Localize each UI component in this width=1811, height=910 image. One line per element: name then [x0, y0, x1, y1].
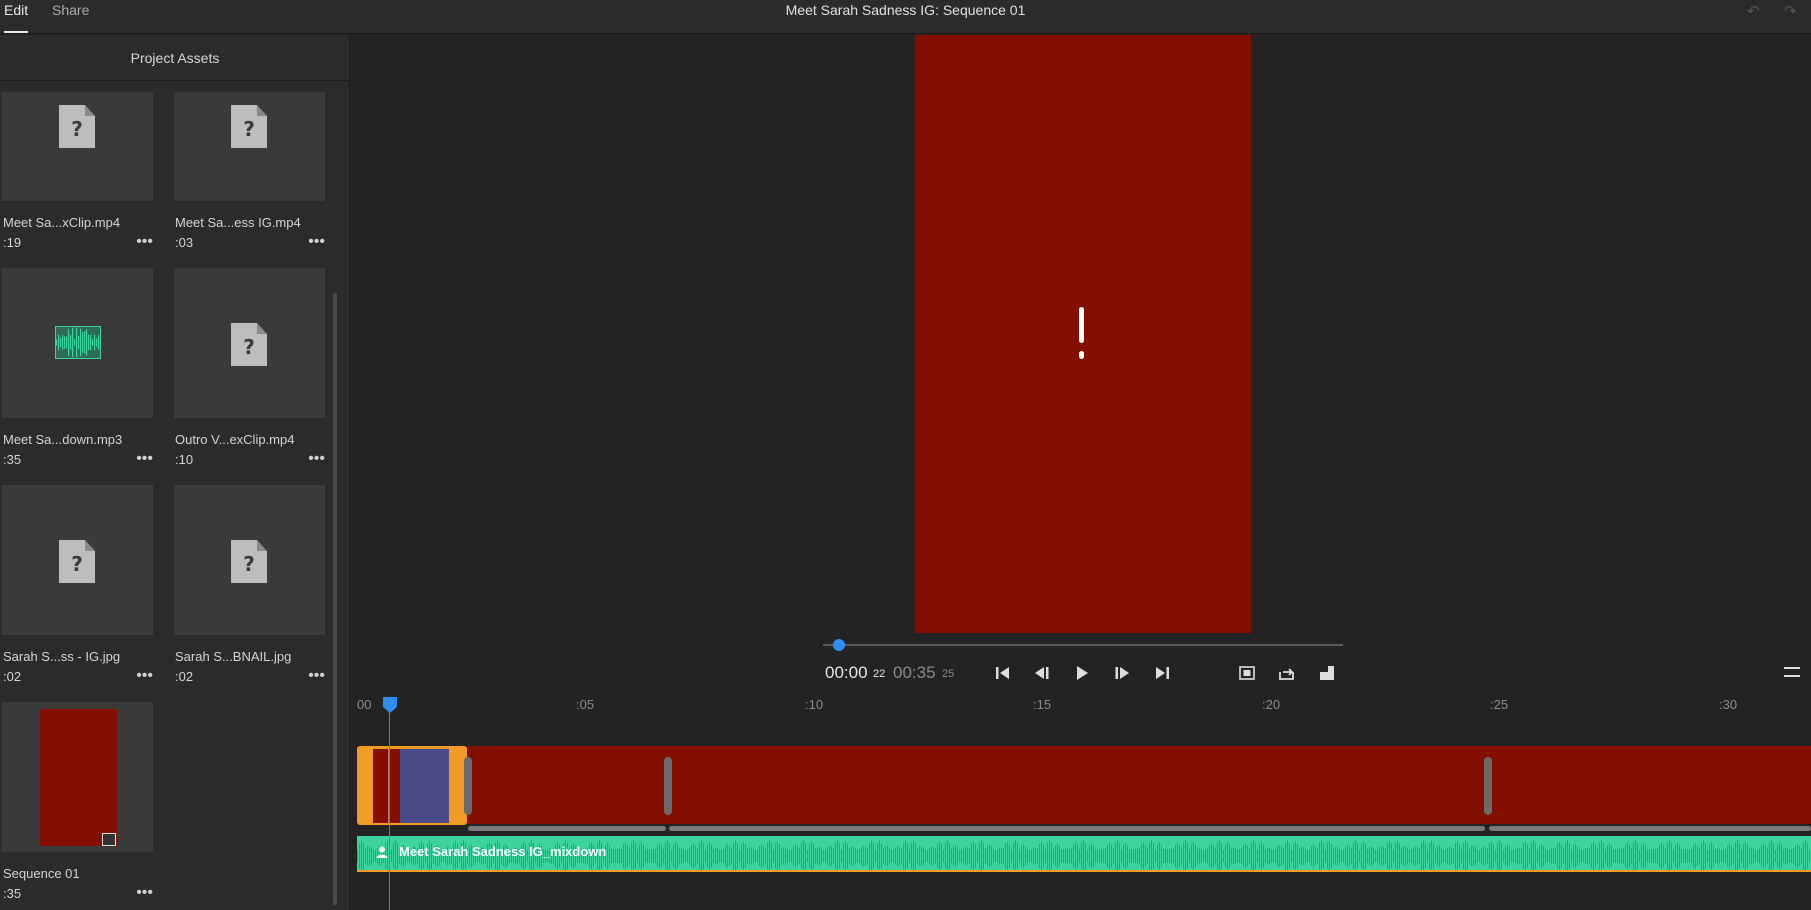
ruler-tick: :15	[1033, 697, 1052, 712]
asset-thumbnail[interactable]	[2, 268, 153, 418]
more-options-icon[interactable]: •••	[136, 885, 153, 901]
file-fold	[85, 540, 95, 551]
missing-file-icon: ?	[231, 323, 267, 366]
fit-frame-icon[interactable]	[1237, 663, 1257, 683]
clip-volume-line[interactable]	[468, 826, 666, 831]
missing-file-icon: ?	[231, 105, 267, 148]
question-mark-glyph: ?	[243, 117, 255, 141]
user-icon	[376, 846, 388, 858]
scrub-bar[interactable]	[823, 644, 1343, 646]
asset-name: Sarah S...ss - IG.jpg	[3, 649, 121, 664]
file-fold	[257, 105, 267, 116]
asset-item[interactable]: ? Outro V...exClip.mp4 :10 •••	[172, 268, 327, 478]
clip-volume-line[interactable]	[1489, 826, 1811, 831]
playhead-line	[389, 710, 390, 910]
panel-scrollbar[interactable]	[333, 293, 337, 905]
asset-thumbnail[interactable]: ?	[174, 92, 325, 201]
total-frames: 25	[942, 668, 955, 680]
question-mark-glyph: ?	[71, 117, 83, 141]
audio-clip-label: Meet Sarah Sadness IG_mixdown	[399, 844, 607, 859]
asset-thumbnail[interactable]: ?	[174, 268, 325, 418]
ruler-tick: 00	[357, 697, 372, 712]
total-timecode: 00:35	[893, 663, 936, 682]
more-options-icon[interactable]: •••	[308, 234, 325, 250]
current-frames: 22	[873, 668, 886, 680]
question-mark-glyph: ?	[71, 552, 83, 576]
asset-duration: :02	[175, 669, 194, 684]
asset-name: Meet Sa...xClip.mp4	[3, 215, 121, 230]
asset-name: Outro V...exClip.mp4	[175, 432, 295, 447]
asset-duration: :10	[175, 452, 194, 467]
asset-item[interactable]: Sequence 01 :35 •••	[0, 702, 155, 910]
asset-thumbnail[interactable]	[2, 702, 153, 852]
asset-name: Sequence 01	[3, 866, 80, 881]
clip-trim-handle[interactable]	[464, 757, 472, 815]
ruler-tick: :05	[576, 697, 595, 712]
export-frame-icon[interactable]	[1277, 663, 1297, 683]
asset-name: Sarah S...BNAIL.jpg	[175, 649, 292, 664]
asset-duration: :19	[3, 235, 22, 250]
asset-thumbnail[interactable]: ?	[174, 485, 325, 635]
go-to-end-icon[interactable]	[1152, 663, 1172, 683]
clip-volume-line[interactable]	[669, 826, 1485, 831]
video-clip[interactable]	[357, 746, 1811, 824]
undo-icon[interactable]: ↶	[1747, 2, 1760, 20]
window-title: Meet Sarah Sadness IG: Sequence 01	[785, 2, 1026, 18]
clip-trim-handle[interactable]	[1484, 757, 1492, 815]
step-back-icon[interactable]	[1032, 663, 1052, 683]
audio-waveform-icon	[55, 326, 101, 359]
step-forward-icon[interactable]	[1112, 663, 1132, 683]
file-fold	[257, 323, 267, 334]
tab-share[interactable]: Share	[52, 0, 89, 33]
more-options-icon[interactable]: •••	[136, 451, 153, 467]
asset-duration: :35	[3, 452, 22, 467]
asset-item[interactable]: ? Sarah S...ss - IG.jpg :02 •••	[0, 485, 155, 695]
tab-edit[interactable]: Edit	[4, 0, 29, 33]
question-mark-glyph: ?	[243, 552, 255, 576]
redo-icon[interactable]: ↷	[1784, 2, 1797, 20]
panel-menu-icon[interactable]	[1784, 667, 1800, 677]
selected-clip-overlay	[400, 749, 449, 823]
timeline-ruler[interactable]	[351, 694, 1811, 722]
asset-duration: :35	[3, 886, 22, 901]
top-bar: Edit Share Meet Sarah Sadness IG: Sequen…	[0, 0, 1811, 34]
sequence-icon	[102, 833, 116, 846]
ruler-tick: :10	[805, 697, 824, 712]
asset-duration: :02	[3, 669, 22, 684]
scrub-handle[interactable]	[833, 639, 845, 651]
ruler-tick: :30	[1719, 697, 1738, 712]
warning-icon	[1079, 307, 1084, 343]
asset-thumbnail[interactable]: ?	[2, 92, 153, 201]
more-options-icon[interactable]: •••	[136, 668, 153, 684]
asset-thumbnail[interactable]: ?	[2, 485, 153, 635]
file-fold	[257, 540, 267, 551]
go-to-start-icon[interactable]	[993, 663, 1013, 683]
more-options-icon[interactable]: •••	[136, 234, 153, 250]
sequence-thumbnail-frame	[40, 709, 117, 846]
question-mark-glyph: ?	[243, 335, 255, 359]
missing-file-icon: ?	[59, 105, 95, 148]
ruler-tick: :25	[1490, 697, 1509, 712]
missing-file-icon: ?	[59, 540, 95, 583]
clip-trim-handle[interactable]	[664, 757, 672, 815]
missing-file-icon: ?	[231, 540, 267, 583]
more-options-icon[interactable]: •••	[308, 668, 325, 684]
asset-item[interactable]: Meet Sa...down.mp3 :35 •••	[0, 268, 155, 478]
current-timecode: 00:00	[825, 663, 868, 682]
more-options-icon[interactable]: •••	[308, 451, 325, 467]
asset-name: Meet Sa...down.mp3	[3, 432, 123, 447]
asset-item[interactable]: ? Sarah S...BNAIL.jpg :02 •••	[172, 485, 327, 695]
panel-title: Project Assets	[0, 35, 350, 81]
warning-icon-dot	[1079, 351, 1084, 359]
ruler-tick: :20	[1262, 697, 1281, 712]
aspect-ratio-icon[interactable]	[1317, 663, 1337, 683]
asset-name: Meet Sa...ess IG.mp4	[175, 215, 301, 230]
asset-duration: :03	[175, 235, 194, 250]
play-icon[interactable]	[1072, 663, 1092, 683]
file-fold	[85, 105, 95, 116]
